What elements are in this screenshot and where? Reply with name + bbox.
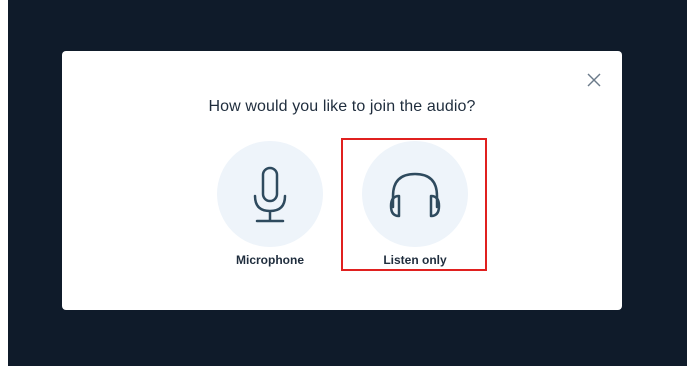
close-button[interactable]: [585, 71, 603, 89]
headphones-icon: [389, 172, 441, 218]
microphone-option-circle: [217, 141, 323, 247]
listen-only-option-button[interactable]: Listen only: [344, 141, 484, 271]
join-audio-dialog: How would you like to join the audio? Mi…: [62, 51, 622, 310]
listen-only-option-label: Listen only: [383, 253, 447, 267]
microphone-option-button[interactable]: Microphone: [199, 141, 339, 271]
dialog-title: How would you like to join the audio?: [208, 98, 476, 115]
listen-only-option-circle: [362, 141, 468, 247]
microphone-icon: [253, 166, 287, 223]
close-icon: [587, 73, 601, 87]
microphone-option-label: Microphone: [236, 253, 304, 267]
